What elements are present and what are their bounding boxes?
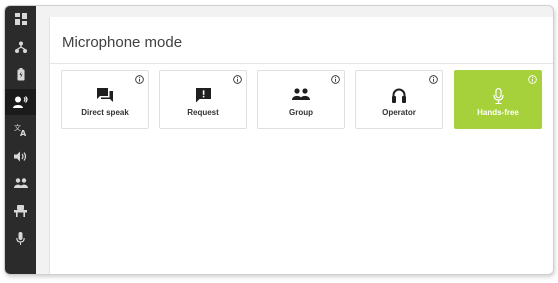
- mode-card-operator[interactable]: Operator: [355, 70, 443, 129]
- info-icon[interactable]: [528, 75, 537, 84]
- headset-icon: [392, 88, 406, 103]
- mode-card-group[interactable]: Group: [257, 70, 345, 129]
- mode-card-request[interactable]: Request: [159, 70, 247, 129]
- sidebar-item-microphone[interactable]: [5, 225, 36, 251]
- sidebar-item-battery[interactable]: [5, 61, 36, 87]
- sidebar-item-network[interactable]: [5, 34, 36, 60]
- mode-card-hands-free[interactable]: Hands-free: [454, 70, 542, 129]
- group-icon: [13, 178, 28, 188]
- translate-icon: 文A: [14, 123, 27, 136]
- mode-label: Operator: [382, 108, 416, 117]
- info-icon[interactable]: [233, 75, 242, 84]
- volume-icon: [14, 151, 27, 161]
- sidebar-item-seat[interactable]: [5, 198, 36, 224]
- request-icon: [195, 88, 211, 103]
- mode-label: Direct speak: [81, 108, 129, 117]
- network-icon: [14, 41, 27, 53]
- battery-icon: [17, 67, 24, 80]
- mode-label: Request: [187, 108, 219, 117]
- mode-card-direct-speak[interactable]: Direct speak: [61, 70, 149, 129]
- info-icon[interactable]: [429, 75, 438, 84]
- sidebar-item-group[interactable]: [5, 170, 36, 196]
- dashboard-icon: [14, 13, 27, 25]
- mode-label: Group: [289, 108, 313, 117]
- group-icon: [292, 88, 310, 100]
- seat-icon: [14, 205, 27, 217]
- sidebar-item-speaker[interactable]: [5, 89, 36, 115]
- panel-title: Microphone mode: [62, 34, 183, 51]
- info-icon[interactable]: [331, 75, 340, 84]
- speaker-user-icon: [13, 96, 28, 108]
- info-icon[interactable]: [135, 75, 144, 84]
- sidebar-item-dashboard[interactable]: [5, 6, 36, 32]
- svg-text:A: A: [20, 129, 27, 136]
- mode-label: Hands-free: [477, 108, 519, 117]
- app-window: 文A Microphone mode Direct speak Request …: [4, 5, 554, 275]
- sidebar-item-volume[interactable]: [5, 143, 36, 169]
- microphone-mode-panel: Microphone mode Direct speak Request Gro…: [49, 17, 553, 274]
- chat-bubbles-icon: [97, 88, 113, 102]
- microphone-icon: [16, 231, 25, 245]
- sidebar-item-translate[interactable]: 文A: [5, 116, 36, 142]
- microphone-icon: [492, 88, 504, 104]
- divider: [50, 63, 553, 64]
- sidebar: 文A: [5, 6, 36, 274]
